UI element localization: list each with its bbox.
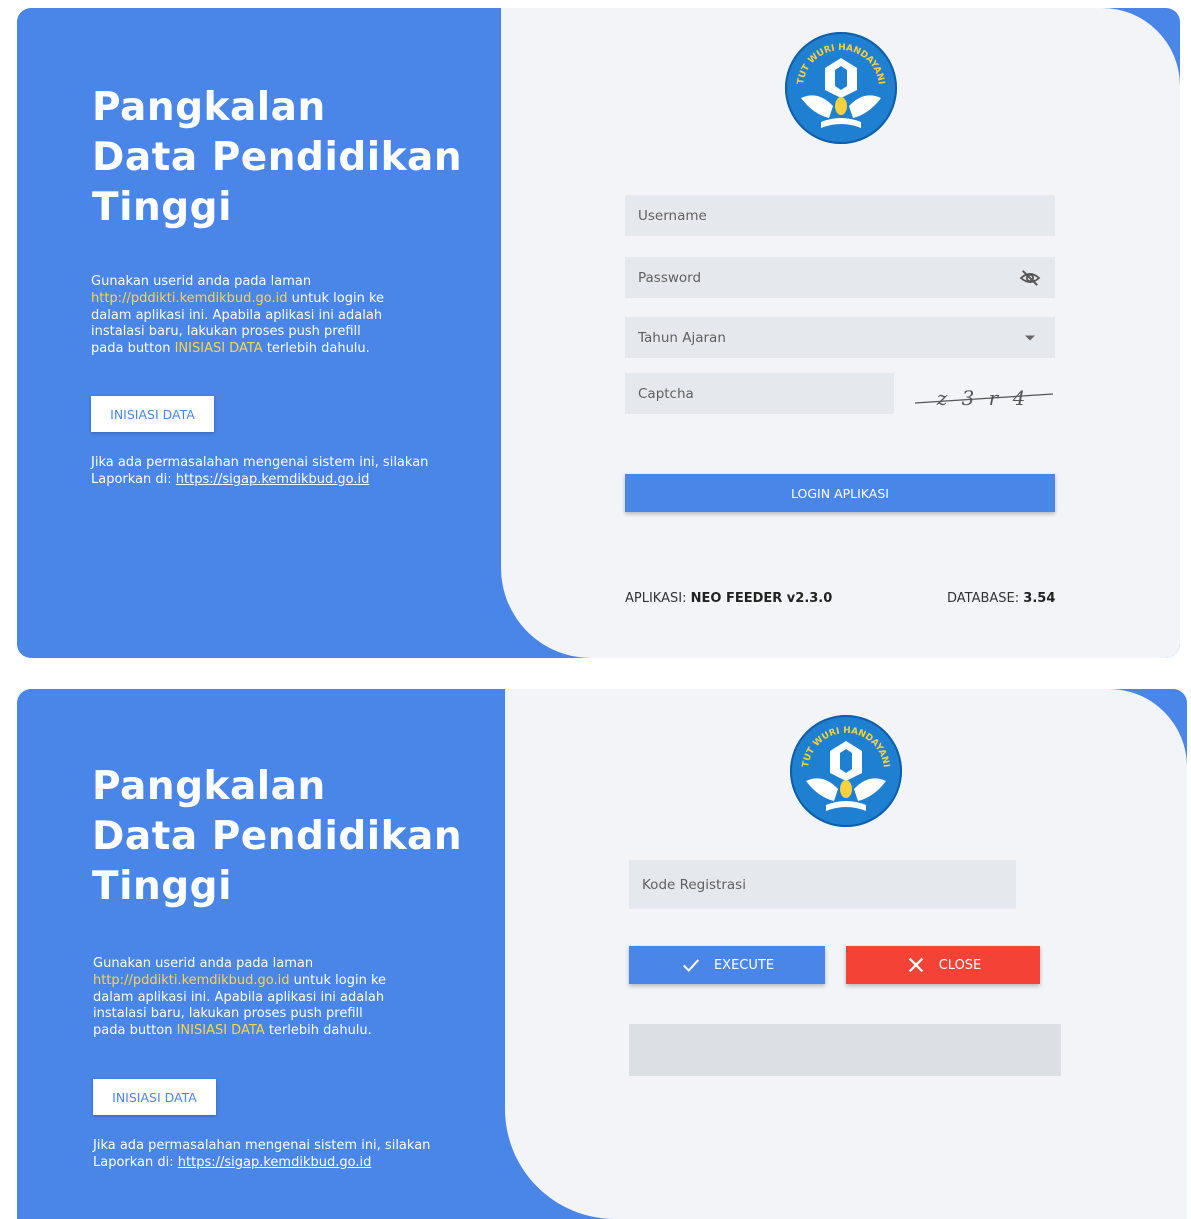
title-line-1: Pangkalan	[92, 85, 326, 130]
app-value: NEO FEEDER v2.3.0	[690, 591, 833, 606]
username-input[interactable]	[625, 195, 1055, 236]
desc-text: Gunakan userid anda pada laman	[91, 274, 312, 289]
tut-wuri-handayani-logo: TUT WURI HANDAYANI	[790, 715, 902, 827]
tut-wuri-handayani-logo: TUT WURI HANDAYANI	[785, 32, 897, 144]
desc-text: Gunakan userid anda pada laman	[93, 956, 314, 971]
desc-text: terlebih dahulu.	[264, 1023, 372, 1039]
form-panel: TUT WURI HANDAYANI Password Tahun Ajaran	[501, 8, 1180, 658]
title-line-3: Tinggi	[92, 185, 232, 230]
captcha-input[interactable]	[625, 373, 894, 414]
desc-highlight: INISIASI DATA	[174, 341, 263, 357]
eye-off-icon[interactable]	[1019, 269, 1041, 287]
desc-highlight: INISIASI DATA	[176, 1023, 265, 1039]
info-description: Gunakan userid anda pada laman http://pd…	[91, 274, 391, 358]
brand-panel: Pangkalan Data Pendidikan Tinggi Gunakan…	[17, 8, 497, 658]
svg-text:z 3 r 4: z 3 r 4	[936, 386, 1030, 410]
page-title: Pangkalan Data Pendidikan Tinggi	[92, 762, 462, 912]
report-text: Jika ada permasalahan mengenai sistem in…	[93, 1138, 473, 1172]
execute-label: EXECUTE	[713, 957, 775, 973]
app-version: APLIKASI: NEO FEEDER v2.3.0	[625, 591, 832, 606]
form-panel: TUT WURI HANDAYANI EXECUTE CLOSE	[505, 689, 1187, 1219]
close-button[interactable]: CLOSE	[846, 946, 1040, 984]
tahun-ajaran-select[interactable]: Tahun Ajaran	[625, 317, 1055, 358]
app-label: APLIKASI:	[625, 591, 687, 606]
pddikti-link[interactable]: http://pddikti.kemdikbud.go.id	[93, 973, 290, 988]
brand-panel: Pangkalan Data Pendidikan Tinggi Gunakan…	[17, 689, 497, 1219]
page-title: Pangkalan Data Pendidikan Tinggi	[92, 83, 462, 233]
registration-screen: Pangkalan Data Pendidikan Tinggi Gunakan…	[17, 689, 1187, 1219]
login-button[interactable]: LOGIN APLIKASI	[625, 474, 1055, 512]
close-label: CLOSE	[938, 957, 982, 973]
inisiasi-data-button[interactable]: INISIASI DATA	[93, 1079, 216, 1115]
db-value: 3.54	[1023, 591, 1056, 606]
title-line-2: Data Pendidikan	[92, 135, 463, 180]
check-icon	[682, 959, 700, 972]
execute-button[interactable]: EXECUTE	[629, 946, 825, 984]
inisiasi-data-button[interactable]: INISIASI DATA	[91, 396, 214, 432]
title-line-3: Tinggi	[92, 864, 232, 909]
kode-registrasi-input[interactable]	[629, 860, 1016, 909]
title-line-1: Pangkalan	[92, 764, 326, 809]
pddikti-link[interactable]: http://pddikti.kemdikbud.go.id	[91, 291, 288, 306]
output-textarea[interactable]	[629, 1024, 1061, 1076]
sigap-link[interactable]: https://sigap.kemdikbud.go.id	[176, 472, 370, 487]
sigap-link[interactable]: https://sigap.kemdikbud.go.id	[178, 1155, 372, 1170]
login-screen: Pangkalan Data Pendidikan Tinggi Gunakan…	[17, 8, 1180, 658]
captcha-image: z 3 r 4	[914, 386, 1054, 410]
info-description: Gunakan userid anda pada laman http://pd…	[93, 956, 393, 1040]
desc-text: terlebih dahulu.	[262, 341, 370, 357]
title-line-2: Data Pendidikan	[92, 814, 463, 859]
database-version: DATABASE: 3.54	[947, 591, 1055, 606]
close-icon	[908, 957, 923, 973]
password-placeholder: Password	[638, 269, 702, 286]
db-label: DATABASE:	[947, 591, 1020, 606]
tahun-ajaran-label: Tahun Ajaran	[638, 329, 726, 346]
chevron-down-icon	[1025, 335, 1035, 340]
password-field[interactable]: Password	[625, 257, 1055, 298]
report-text: Jika ada permasalahan mengenai sistem in…	[91, 455, 471, 489]
